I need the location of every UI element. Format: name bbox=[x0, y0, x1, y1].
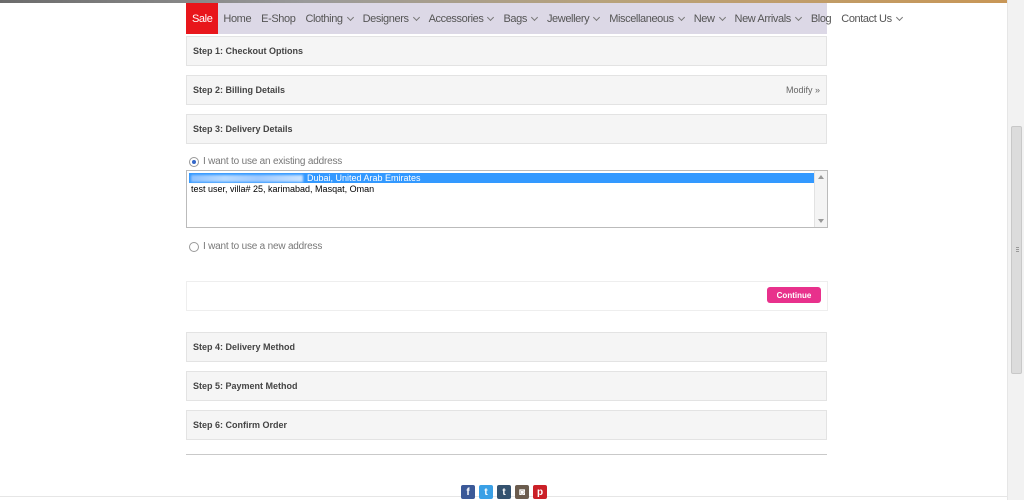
existing-address-label[interactable]: I want to use an existing address bbox=[203, 156, 342, 167]
chevron-down-icon bbox=[593, 13, 601, 21]
nav-item-new[interactable]: New bbox=[689, 3, 730, 34]
step5-panel[interactable]: Step 5: Payment Method bbox=[186, 371, 827, 401]
address-option-selected[interactable]: Dubai, United Arab Emirates bbox=[189, 173, 815, 183]
nav-label: Accessories bbox=[428, 12, 484, 25]
modify-link[interactable]: Modify » bbox=[786, 85, 820, 95]
chevron-down-icon bbox=[718, 13, 726, 21]
address-option-text: test user, villa# 25, karimabad, Masqat,… bbox=[191, 184, 375, 194]
grip-icon bbox=[1016, 247, 1019, 248]
continue-button[interactable]: Continue bbox=[767, 287, 821, 303]
nav-item-clothing[interactable]: Clothing bbox=[300, 3, 357, 34]
social-links: f t t ◙ p bbox=[461, 485, 547, 499]
new-address-label[interactable]: I want to use a new address bbox=[203, 241, 322, 252]
chevron-down-icon bbox=[412, 13, 420, 21]
nav-item-miscellaneous[interactable]: Miscellaneous bbox=[604, 3, 689, 34]
nav-label: Contact Us bbox=[841, 12, 892, 25]
divider bbox=[186, 454, 827, 455]
address-option[interactable]: test user, villa# 25, karimabad, Masqat,… bbox=[189, 184, 815, 194]
nav-label: Home bbox=[223, 12, 252, 25]
step1-title: Step 1: Checkout Options bbox=[193, 46, 304, 56]
nav-label: Bags bbox=[503, 12, 527, 25]
existing-address-radio[interactable] bbox=[189, 157, 199, 167]
chevron-down-icon bbox=[487, 13, 495, 21]
step4-title: Step 4: Delivery Method bbox=[193, 342, 296, 352]
address-select-list[interactable]: Dubai, United Arab Emirates test user, v… bbox=[186, 170, 828, 228]
main-navigation: Sale Home E-Shop Clothing Designers Acce… bbox=[186, 3, 903, 34]
pinterest-icon[interactable]: p bbox=[533, 485, 547, 499]
nav-label: Miscellaneous bbox=[609, 12, 674, 25]
step5-title: Step 5: Payment Method bbox=[193, 381, 298, 391]
nav-item-eshop[interactable]: E-Shop bbox=[256, 3, 300, 34]
nav-label: Designers bbox=[362, 12, 409, 25]
instagram-icon[interactable]: ◙ bbox=[515, 485, 529, 499]
new-address-radio[interactable] bbox=[189, 242, 199, 252]
chevron-down-icon bbox=[346, 13, 354, 21]
nav-item-designers[interactable]: Designers bbox=[358, 3, 424, 34]
step2-title: Step 2: Billing Details bbox=[193, 85, 286, 95]
chevron-down-icon bbox=[677, 13, 685, 21]
address-list-scrollbar[interactable] bbox=[814, 171, 827, 227]
page-scrollbar-thumb[interactable] bbox=[1011, 126, 1022, 374]
scroll-down-arrow-icon[interactable] bbox=[818, 219, 824, 223]
nav-item-sale[interactable]: Sale bbox=[186, 3, 219, 34]
step6-title: Step 6: Confirm Order bbox=[193, 420, 288, 430]
page-scrollbar[interactable] bbox=[1007, 0, 1024, 500]
nav-label: Clothing bbox=[305, 12, 343, 25]
chevron-down-icon bbox=[530, 13, 538, 21]
continue-bar bbox=[186, 281, 828, 311]
scroll-up-arrow-icon[interactable] bbox=[818, 175, 824, 179]
redacted-name-block bbox=[191, 175, 303, 183]
step1-panel[interactable]: Step 1: Checkout Options bbox=[186, 36, 827, 66]
nav-label: E-Shop bbox=[261, 12, 296, 25]
nav-label: Sale bbox=[192, 12, 213, 25]
nav-item-bags[interactable]: Bags bbox=[498, 3, 541, 34]
nav-label: New Arrivals bbox=[734, 12, 792, 25]
nav-item-blog[interactable]: Blog bbox=[806, 3, 836, 34]
step4-panel[interactable]: Step 4: Delivery Method bbox=[186, 332, 827, 362]
twitter-icon[interactable]: t bbox=[479, 485, 493, 499]
nav-item-contact-us[interactable]: Contact Us bbox=[836, 3, 906, 34]
nav-label: New bbox=[693, 12, 715, 25]
nav-label: Blog bbox=[810, 12, 832, 25]
step6-panel[interactable]: Step 6: Confirm Order bbox=[186, 410, 827, 440]
facebook-icon[interactable]: f bbox=[461, 485, 475, 499]
step3-panel[interactable]: Step 3: Delivery Details bbox=[186, 114, 827, 144]
step3-title: Step 3: Delivery Details bbox=[193, 124, 293, 134]
step2-panel[interactable]: Step 2: Billing Details Modify » bbox=[186, 75, 827, 105]
chevron-down-icon bbox=[794, 13, 802, 21]
nav-item-accessories[interactable]: Accessories bbox=[424, 3, 499, 34]
nav-item-jewellery[interactable]: Jewellery bbox=[542, 3, 604, 34]
tumblr-icon[interactable]: t bbox=[497, 485, 511, 499]
nav-label: Jewellery bbox=[546, 12, 590, 25]
nav-item-new-arrivals[interactable]: New Arrivals bbox=[730, 3, 806, 34]
address-option-text: Dubai, United Arab Emirates bbox=[307, 173, 421, 183]
chevron-down-icon bbox=[895, 13, 903, 21]
nav-item-home[interactable]: Home bbox=[218, 3, 256, 34]
